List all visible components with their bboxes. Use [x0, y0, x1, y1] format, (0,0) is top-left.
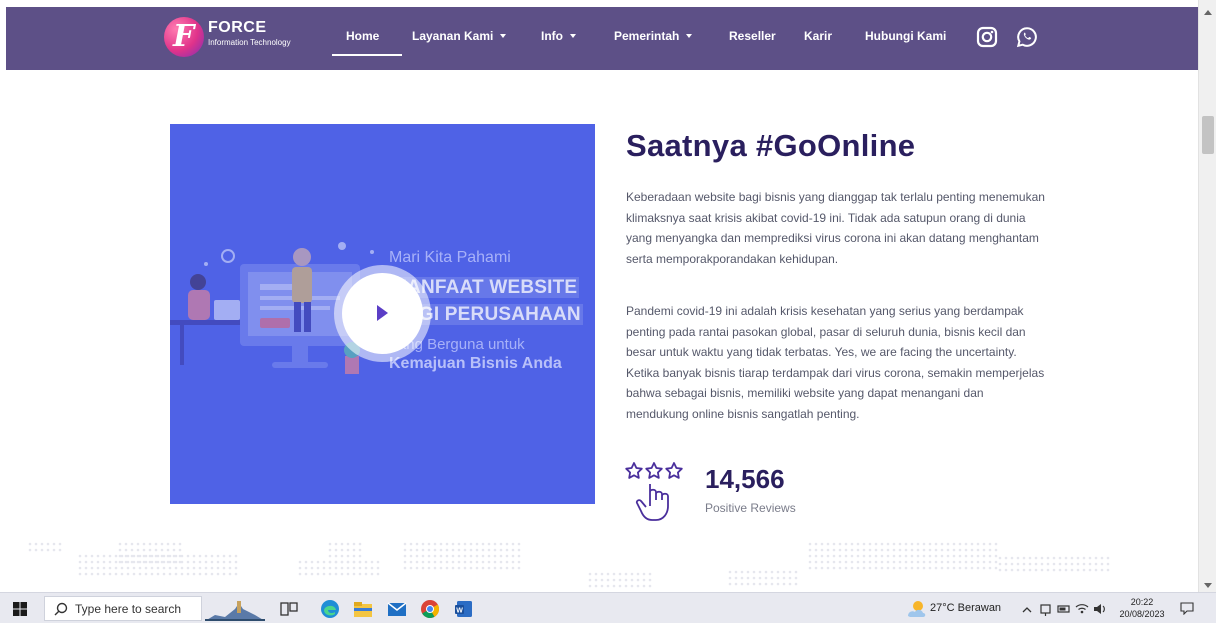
search-highlight-image[interactable]	[205, 597, 265, 621]
video-caption-line1: Mari Kita Pahami	[389, 249, 511, 266]
section-paragraph-2: Pandemi covid-19 ini adalah krisis keseh…	[626, 304, 1045, 421]
notification-icon[interactable]	[1180, 601, 1194, 615]
vertical-scrollbar[interactable]	[1198, 0, 1216, 592]
clock-date: 20/08/2023	[1119, 609, 1165, 619]
video-caption-line4: Kemajuan Bisnis Anda	[389, 355, 562, 372]
task-view-icon[interactable]	[277, 597, 301, 621]
chevron-up-icon[interactable]	[1020, 597, 1034, 621]
chevron-down-icon	[570, 34, 576, 38]
taskbar-search-input[interactable]: Type here to search	[44, 596, 202, 621]
word-icon[interactable]: W	[452, 597, 476, 621]
windows-start-icon[interactable]	[13, 602, 27, 616]
chevron-down-icon	[686, 34, 693, 38]
nav-item-hubungi-kami[interactable]: Hubungi Kami	[865, 29, 946, 49]
clock-time: 20:22	[1130, 597, 1154, 607]
top-edge	[0, 0, 1198, 7]
nav-item-home[interactable]: Home	[346, 29, 379, 49]
instagram-icon[interactable]	[976, 26, 998, 48]
volume-icon[interactable]	[1092, 597, 1108, 621]
play-icon	[377, 305, 388, 321]
screen: F FORCE Information Technology Home Laya…	[0, 0, 1216, 623]
star-tap-icon	[625, 462, 683, 521]
nav-item-label: Info	[541, 29, 563, 43]
play-button[interactable]	[342, 273, 423, 354]
wifi-icon[interactable]	[1074, 597, 1090, 621]
reviews-count: 14,566	[705, 464, 785, 494]
scroll-up-arrow-icon[interactable]	[1204, 10, 1212, 15]
edge-icon[interactable]	[318, 597, 342, 621]
search-placeholder: Type here to search	[75, 602, 182, 616]
svg-text:W: W	[456, 608, 463, 615]
scrollbar-thumb[interactable]	[1202, 116, 1214, 154]
chevron-down-icon	[500, 34, 507, 38]
nav-item-label: Pemerintah	[614, 29, 680, 43]
mail-icon[interactable]	[385, 597, 409, 621]
nav-item-reseller[interactable]: Reseller	[729, 29, 776, 49]
nav-item-label: Layanan Kami	[412, 29, 494, 43]
nav-active-underline	[332, 54, 402, 56]
file-explorer-icon[interactable]	[351, 597, 375, 621]
site-navbar: F FORCE Information Technology Home Laya…	[6, 7, 1198, 70]
network-icon[interactable]	[1038, 597, 1054, 621]
weather-text[interactable]: 27°C Berawan	[930, 602, 1001, 614]
video-thumbnail[interactable]: Mari Kita Pahami MANFAAT WEBSITE BAGI PE…	[170, 124, 595, 504]
nav-item-pemerintah[interactable]: Pemerintah	[614, 29, 693, 49]
nav-item-karir[interactable]: Karir	[804, 29, 832, 49]
whatsapp-icon[interactable]	[1016, 26, 1038, 48]
weather-cloud-icon[interactable]	[905, 597, 927, 621]
chrome-icon[interactable]	[418, 597, 442, 621]
logo-subtitle: Information Technology	[208, 38, 291, 47]
scroll-down-arrow-icon[interactable]	[1204, 583, 1212, 588]
battery-icon[interactable]	[1056, 597, 1072, 621]
reviews-label: Positive Reviews	[705, 501, 796, 515]
nav-item-label: Hubungi Kami	[865, 29, 947, 43]
world-map-dots	[28, 542, 1110, 588]
nav-item-layanan-kami[interactable]: Layanan Kami	[412, 29, 507, 49]
logo-name: FORCE	[208, 19, 267, 36]
search-icon	[54, 602, 68, 616]
section-paragraph-1: Keberadaan website bagi bisnis yang dian…	[626, 190, 1045, 266]
site-logo[interactable]: F FORCE Information Technology	[164, 15, 294, 61]
windows-taskbar: Type here to search W 27°C Berawan 20:22…	[0, 592, 1216, 623]
nav-item-label: Reseller	[729, 29, 776, 43]
section-heading: Saatnya #GoOnline	[626, 128, 916, 163]
system-clock[interactable]: 20:22 20/08/2023	[1116, 596, 1168, 620]
nav-item-label: Karir	[804, 29, 833, 43]
nav-item-label: Home	[346, 29, 380, 43]
logo-mark-icon: F	[164, 17, 204, 57]
nav-item-info[interactable]: Info	[541, 29, 576, 49]
